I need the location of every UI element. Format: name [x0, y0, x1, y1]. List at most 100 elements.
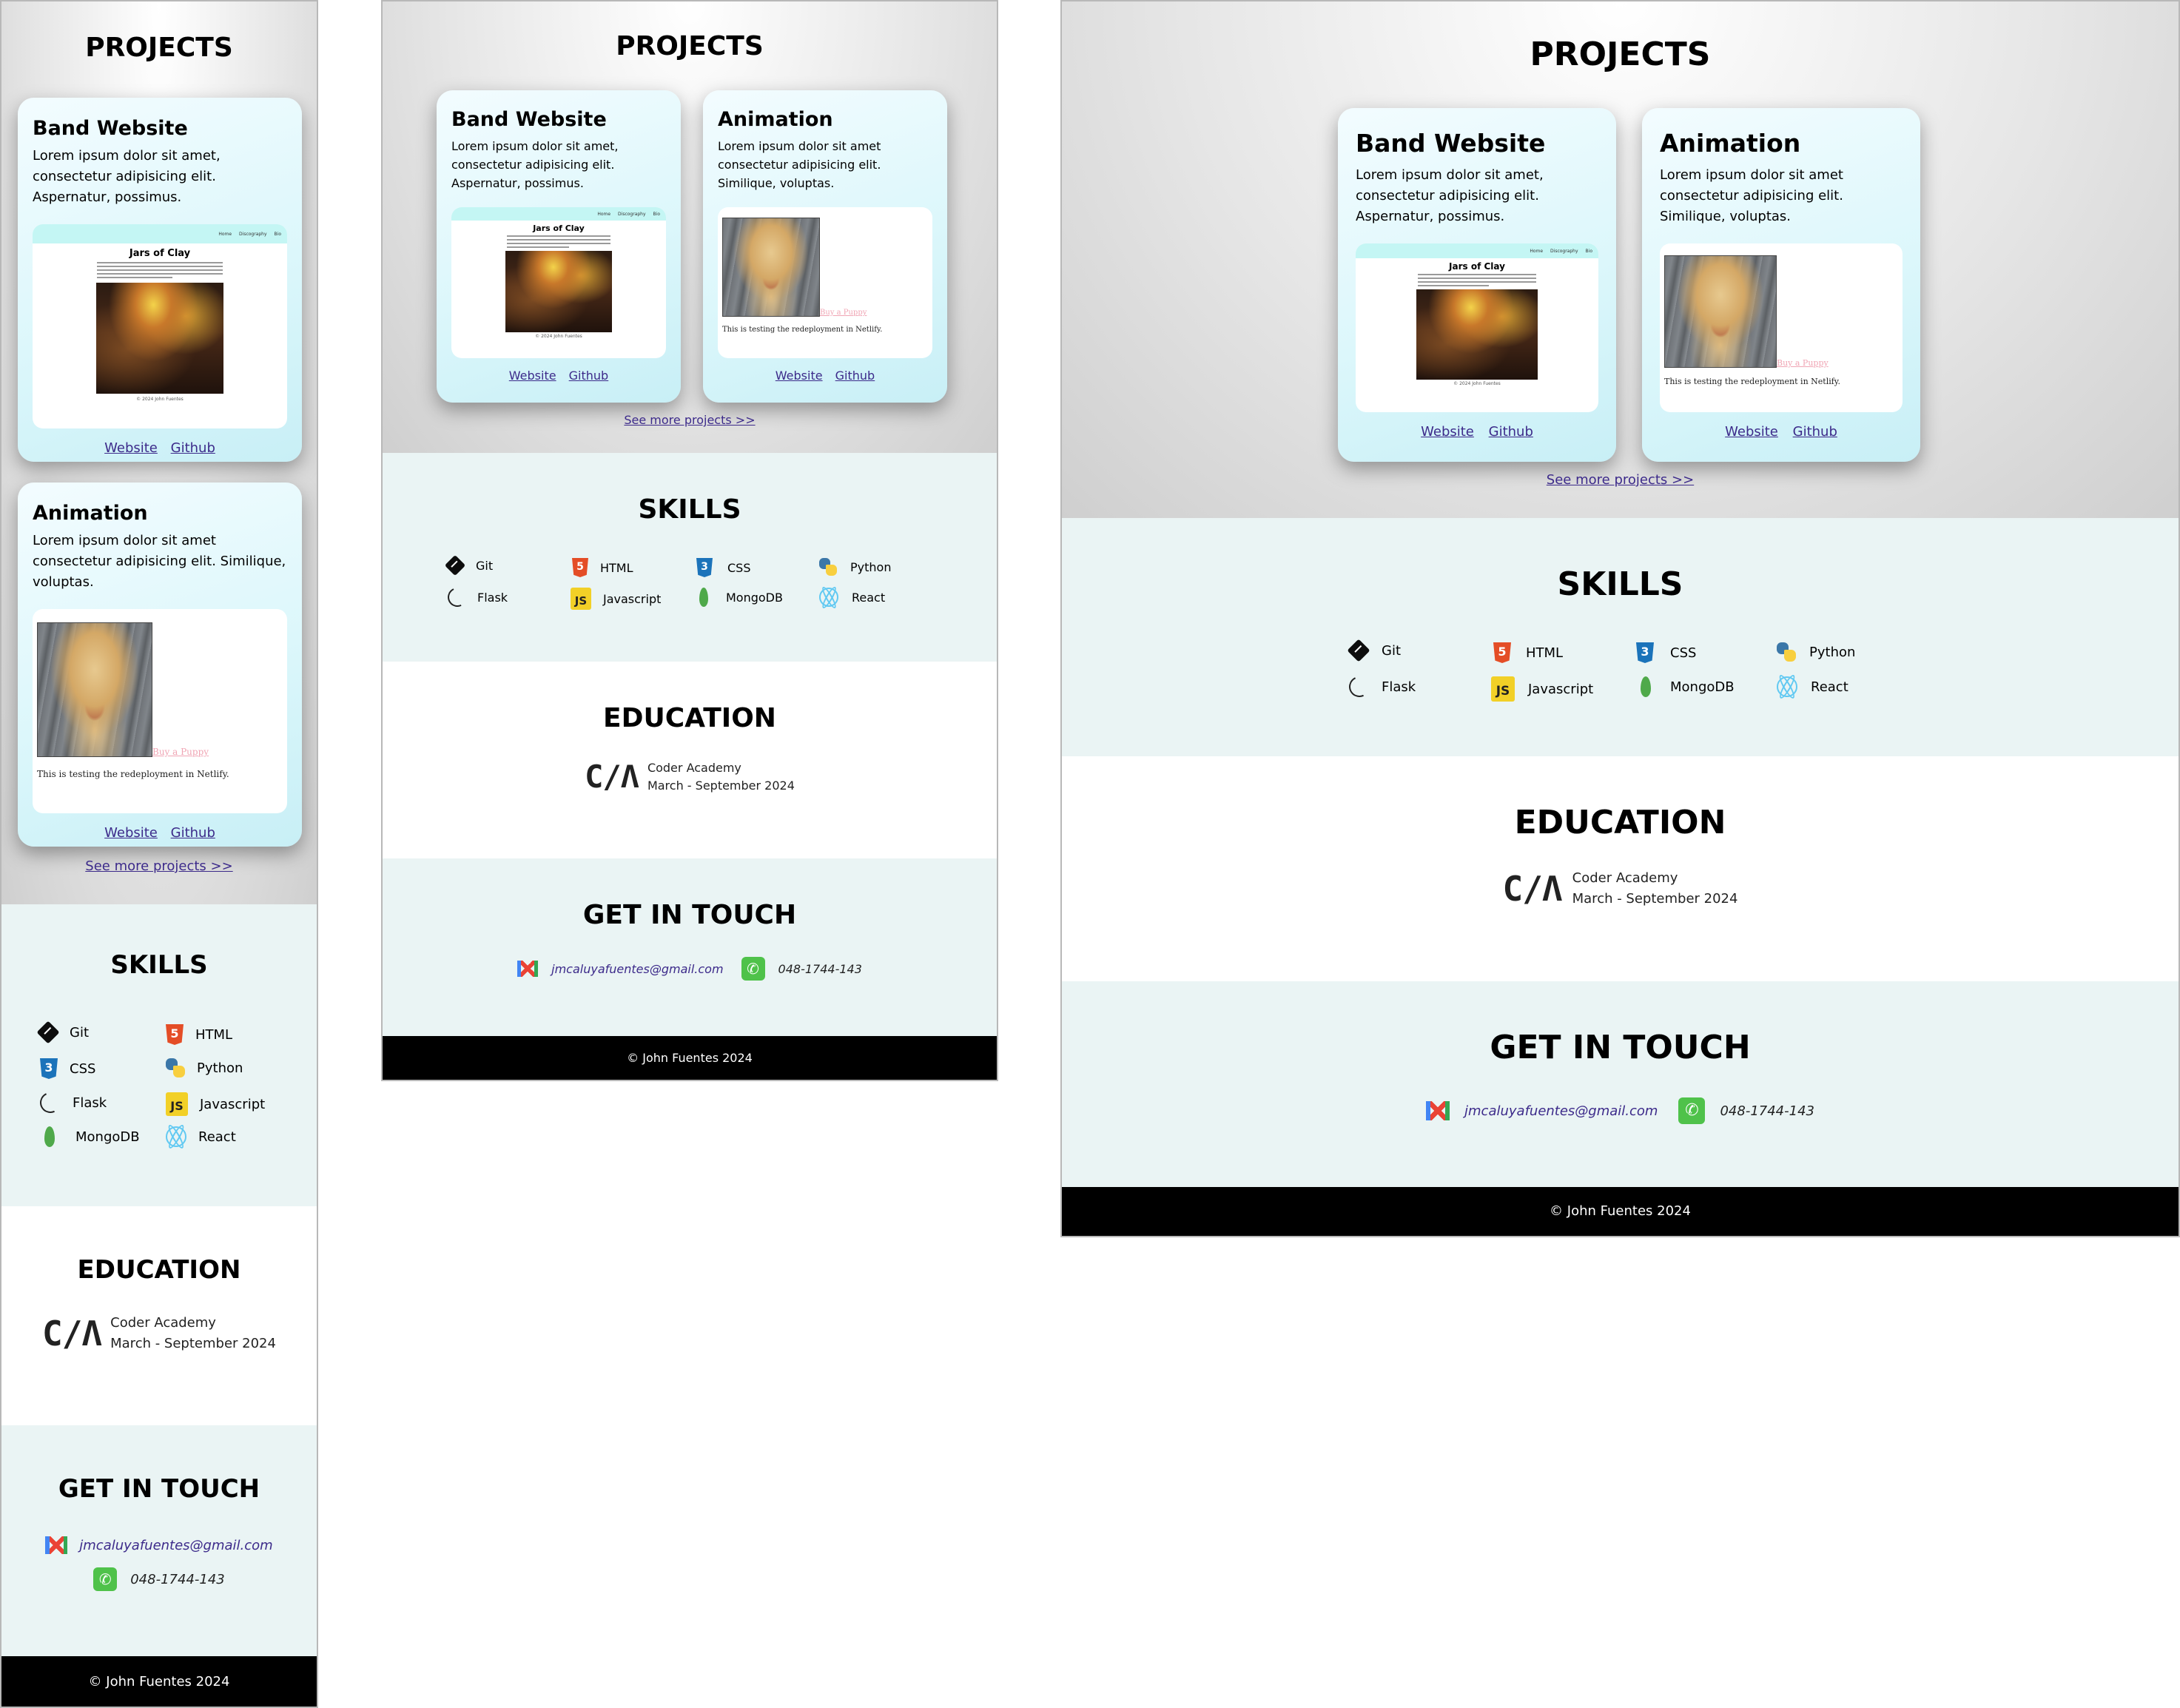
preview-footer: © 2024 John Fuentes: [1453, 381, 1501, 386]
skill-label: HTML: [1526, 645, 1564, 661]
phone-icon: ✆: [93, 1567, 118, 1591]
mobile-viewport: PROJECTS Band Website Lorem ipsum dolor …: [0, 0, 318, 1708]
html5-icon: 5: [166, 1024, 184, 1045]
skill-label: HTML: [195, 1026, 233, 1043]
javascript-icon: JS: [166, 1092, 188, 1116]
desktop-viewport: PROJECTS Band Website Lorem ipsum dolor …: [1060, 0, 2180, 1237]
preview-nav-item: Home: [218, 231, 232, 237]
project-title: Animation: [718, 108, 833, 131]
contact-row: jmcaluyafuentes@gmail.com ✆ 048-1744-143: [383, 957, 997, 981]
phone-number[interactable]: 048-1744-143: [1720, 1103, 1814, 1119]
phone-number[interactable]: 048-1744-143: [130, 1572, 225, 1587]
project-preview-band[interactable]: Home Discography Bio Jars of Clay © 2024…: [33, 224, 287, 428]
website-link[interactable]: Website: [1421, 424, 1474, 440]
website-link[interactable]: Website: [104, 440, 158, 456]
skill-item-javascript: JS Javascript: [571, 588, 661, 610]
skill-label: Git: [70, 1024, 90, 1040]
preview-title: Jars of Clay: [129, 248, 191, 259]
education-section: EDUCATION C/Λ Coder Academy March - Sept…: [1, 1206, 317, 1425]
buy-puppy-link[interactable]: Buy a Puppy: [1777, 358, 1829, 368]
project-preview-animation[interactable]: Buy a Puppy This is testing the redeploy…: [718, 207, 932, 358]
skill-item-git: Git: [444, 554, 493, 576]
github-link[interactable]: Github: [171, 440, 215, 456]
contact-section: GET IN TOUCH jmcaluyafuentes@gmail.com ✆…: [1, 1425, 317, 1656]
education-school: Coder Academy: [110, 1315, 216, 1331]
gmail-icon: [45, 1536, 68, 1554]
website-link[interactable]: Website: [1725, 424, 1778, 440]
github-link[interactable]: Github: [1793, 424, 1837, 440]
phone-number[interactable]: 048-1744-143: [778, 962, 862, 976]
preview-nav-item: Discography: [239, 231, 267, 237]
project-preview-animation[interactable]: Buy a Puppy This is testing the redeploy…: [1660, 243, 1903, 412]
github-link[interactable]: Github: [569, 369, 609, 383]
skill-item-css: 3 CSS: [696, 558, 750, 577]
projects-section: PROJECTS Band Website Lorem ipsum dolor …: [383, 1, 997, 453]
project-title: Animation: [1660, 129, 1801, 158]
website-link[interactable]: Website: [509, 369, 556, 383]
see-more-projects-link[interactable]: See more projects >>: [1, 858, 317, 874]
website-link[interactable]: Website: [104, 825, 158, 841]
education-school: Coder Academy: [647, 760, 741, 775]
see-more-projects-link[interactable]: See more projects >>: [383, 413, 997, 427]
education-entry: C/Λ Coder Academy March - September 2024: [1062, 868, 2179, 910]
skill-item-html: 5 HTML: [166, 1024, 232, 1045]
html5-icon: 5: [1493, 642, 1511, 663]
project-card-animation: Animation Lorem ipsum dolor sit amet con…: [703, 90, 947, 403]
email-link[interactable]: jmcaluyafuentes@gmail.com: [79, 1538, 272, 1553]
preview-text: This is testing the redeployment in Netl…: [722, 326, 883, 334]
website-link[interactable]: Website: [776, 369, 823, 383]
contact-section: GET IN TOUCH jmcaluyafuentes@gmail.com ✆…: [383, 858, 997, 1036]
project-title: Band Website: [451, 108, 607, 131]
buy-puppy-link[interactable]: Buy a Puppy: [152, 747, 209, 757]
email-link[interactable]: jmcaluyafuentes@gmail.com: [1464, 1103, 1658, 1119]
flask-icon: [1346, 673, 1373, 700]
skill-label: Javascript: [200, 1096, 266, 1112]
projects-section: PROJECTS Band Website Lorem ipsum dolor …: [1, 1, 317, 904]
preview-nav-item: Home: [1530, 248, 1544, 254]
github-link[interactable]: Github: [171, 825, 215, 841]
skills-section: SKILLS Git 5 HTML 3 CSS Python Flask JS Jav…: [1062, 518, 2179, 756]
education-school: Coder Academy: [1572, 870, 1678, 886]
project-card-band: Band Website Lorem ipsum dolor sit amet,…: [437, 90, 681, 403]
tablet-viewport: PROJECTS Band Website Lorem ipsum dolor …: [381, 0, 998, 1081]
projects-section: PROJECTS Band Website Lorem ipsum dolor …: [1062, 1, 2179, 518]
skill-label: CSS: [1670, 645, 1697, 661]
section-title-projects: PROJECTS: [85, 33, 233, 63]
education-entry: C/Λ Coder Academy March - September 2024: [383, 759, 997, 795]
project-description: Lorem ipsum dolor sit amet consectetur a…: [33, 533, 286, 590]
skill-item-react: React: [166, 1126, 236, 1147]
skill-item-html: 5 HTML: [1493, 642, 1563, 663]
project-description: Lorem ipsum dolor sit amet, consectetur …: [1356, 167, 1544, 224]
github-link[interactable]: Github: [835, 369, 875, 383]
project-title: Animation: [33, 502, 148, 525]
react-icon: [166, 1126, 186, 1147]
preview-text-lines: [97, 262, 223, 278]
skill-label: React: [198, 1129, 236, 1145]
buy-puppy-link[interactable]: Buy a Puppy: [820, 309, 867, 317]
skill-item-mongodb: MongoDB: [44, 1126, 140, 1147]
python-icon: [819, 558, 837, 576]
project-preview-band[interactable]: Home Discography Bio Jars of Clay © 2024…: [451, 207, 666, 358]
section-title-contact: GET IN TOUCH: [582, 900, 797, 930]
email-link[interactable]: jmcaluyafuentes@gmail.com: [551, 962, 723, 976]
css3-icon: 3: [696, 558, 713, 577]
skill-item-python: Python: [1777, 642, 1855, 662]
phone-icon: ✆: [1678, 1097, 1706, 1124]
github-link[interactable]: Github: [1489, 424, 1533, 440]
skill-label: Python: [850, 559, 892, 574]
puppy-image: [722, 218, 820, 317]
skill-item-flask: Flask: [445, 585, 508, 610]
mongodb-icon: [699, 588, 708, 607]
puppy-image: [37, 622, 152, 757]
project-preview-band[interactable]: Home Discography Bio Jars of Clay © 2024…: [1356, 243, 1598, 412]
flask-icon: [37, 1089, 64, 1116]
skill-label: React: [1811, 679, 1848, 695]
skill-item-mongodb: MongoDB: [699, 588, 783, 607]
project-description: Lorem ipsum dolor sit amet, consectetur …: [33, 148, 221, 205]
flask-icon: [445, 585, 470, 610]
phone-row: ✆ 048-1744-143: [1, 1567, 317, 1591]
skill-item-git: Git: [1347, 639, 1401, 662]
javascript-icon: JS: [571, 588, 591, 610]
project-preview-animation[interactable]: Buy a Puppy This is testing the redeploy…: [33, 609, 287, 813]
see-more-projects-link[interactable]: See more projects >>: [1062, 472, 2179, 488]
